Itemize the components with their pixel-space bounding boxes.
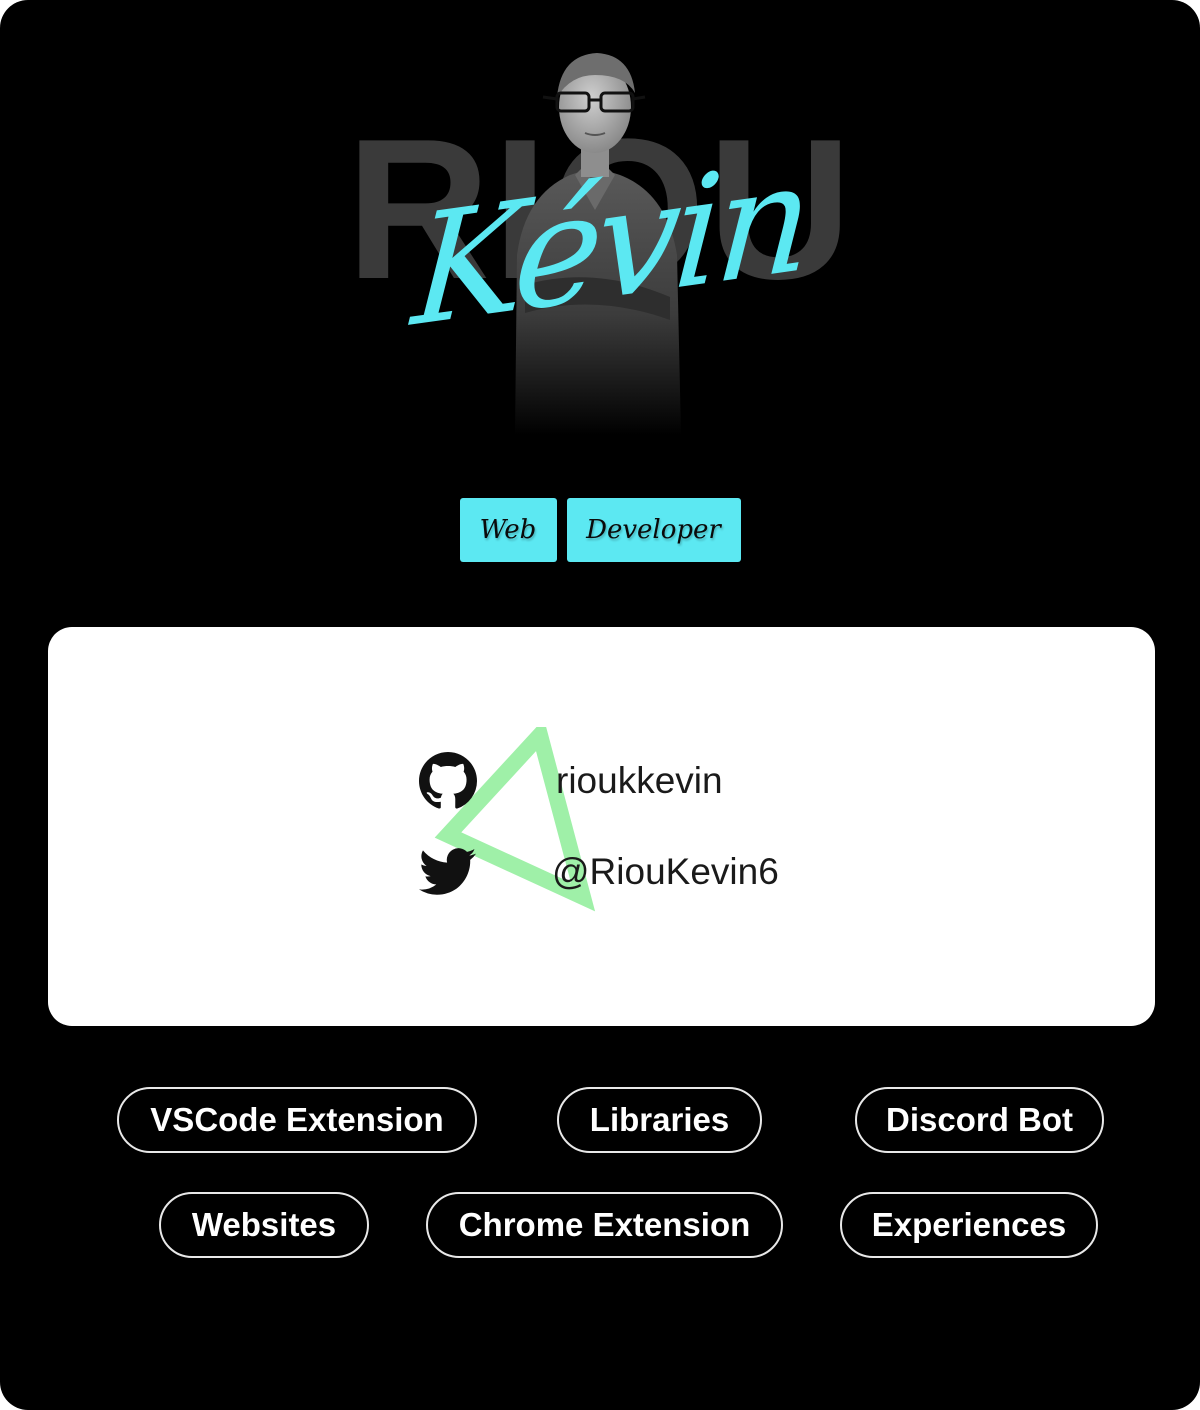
category-libraries[interactable]: Libraries xyxy=(557,1087,762,1153)
page-frame: RIOU xyxy=(0,0,1200,1410)
twitter-handle: @RiouKevin6 xyxy=(552,851,779,892)
category-vscode-extension[interactable]: VSCode Extension xyxy=(117,1087,477,1153)
category-websites[interactable]: Websites xyxy=(159,1192,369,1258)
job-title: Web Developer xyxy=(0,498,1200,562)
hero: RIOU xyxy=(0,0,1200,460)
social-card: rioukkevin @RiouKevin6 xyxy=(48,627,1155,1026)
github-link[interactable]: rioukkevin xyxy=(418,751,723,811)
category-chrome-extension[interactable]: Chrome Extension xyxy=(426,1192,783,1258)
github-handle: rioukkevin xyxy=(556,760,723,801)
github-icon xyxy=(418,751,478,811)
category-discord-bot[interactable]: Discord Bot xyxy=(855,1087,1104,1153)
title-badge-web: Web xyxy=(459,498,557,562)
twitter-icon xyxy=(418,842,478,902)
title-badge-developer: Developer xyxy=(566,498,741,562)
category-experiences[interactable]: Experiences xyxy=(840,1192,1098,1258)
twitter-link[interactable]: @RiouKevin6 xyxy=(418,842,779,902)
